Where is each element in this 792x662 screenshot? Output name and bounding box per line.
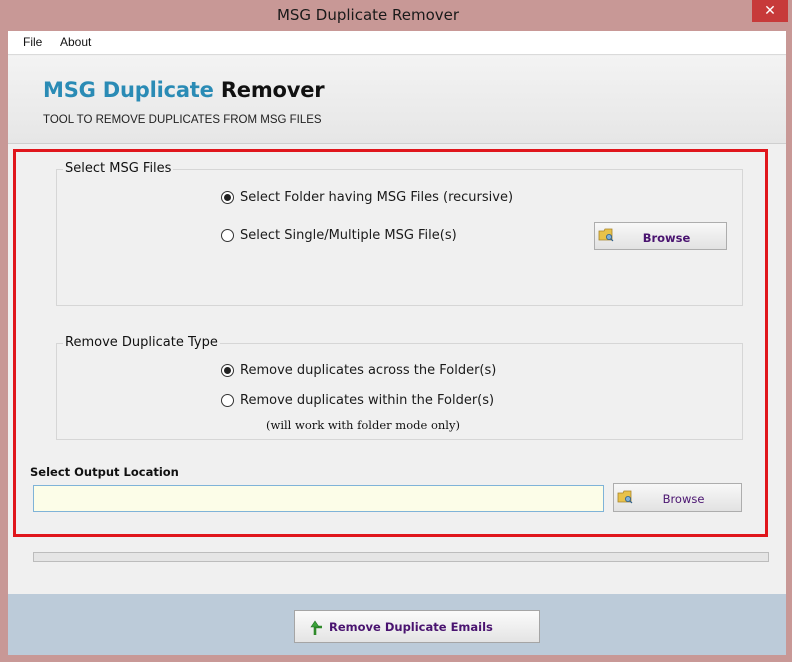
radio-across-folders[interactable]: Remove duplicates across the Folder(s) [221, 363, 496, 378]
progress-bar [33, 552, 769, 562]
browse-files-button[interactable]: Browse [594, 222, 727, 250]
menu-file[interactable]: File [23, 35, 42, 49]
remove-duplicates-label: Remove Duplicate Emails [329, 620, 493, 634]
radio-select-files[interactable]: Select Single/Multiple MSG File(s) [221, 228, 457, 243]
app-brand-title: MSG Duplicate Remover [43, 78, 325, 102]
output-location-label: Select Output Location [30, 465, 179, 479]
close-button[interactable]: ✕ [752, 0, 788, 22]
radio-select-files-label: Select Single/Multiple MSG File(s) [240, 228, 457, 243]
app-header: MSG Duplicate Remover TOOL TO REMOVE DUP… [8, 56, 786, 144]
radio-within-folders-label: Remove duplicates within the Folder(s) [240, 393, 495, 408]
browse-output-label: Browse [662, 492, 705, 506]
footer-bar: Remove Duplicate Emails [8, 594, 786, 655]
browse-output-button[interactable]: Browse [613, 483, 742, 512]
duplicate-type-group-title: Remove Duplicate Type [63, 335, 220, 350]
window-title: MSG Duplicate Remover [276, 6, 460, 24]
menu-bar: File About [8, 31, 786, 55]
browse-files-label: Browse [642, 231, 691, 245]
remove-duplicates-button[interactable]: Remove Duplicate Emails [294, 610, 540, 643]
output-location-input[interactable] [33, 485, 604, 512]
radio-within-folders-dot[interactable] [221, 394, 234, 407]
app-window: MSG Duplicate Remover ✕ File About MSG D… [0, 0, 792, 662]
brand-title-dark: Remover [220, 78, 325, 102]
radio-select-folder-label: Select Folder having MSG Files (recursiv… [240, 190, 514, 205]
select-files-group-title: Select MSG Files [63, 161, 174, 176]
app-subtitle: TOOL TO REMOVE DUPLICATES FROM MSG FILES [43, 114, 322, 126]
client-area: File About MSG Duplicate Remover TOOL TO… [8, 31, 786, 655]
radio-select-folder[interactable]: Select Folder having MSG Files (recursiv… [221, 190, 513, 205]
title-bar: MSG Duplicate Remover ✕ [0, 0, 792, 32]
folder-mode-note: (will work with folder mode only) [266, 418, 460, 432]
radio-select-folder-dot[interactable] [221, 191, 234, 204]
menu-about[interactable]: About [60, 35, 91, 49]
brand-title-accent: MSG Duplicate [43, 78, 214, 102]
radio-within-folders[interactable]: Remove duplicates within the Folder(s) [221, 393, 494, 408]
radio-across-folders-dot[interactable] [221, 364, 234, 377]
radio-across-folders-label: Remove duplicates across the Folder(s) [240, 363, 497, 378]
upload-arrow-icon [310, 620, 322, 635]
radio-select-files-dot[interactable] [221, 229, 234, 242]
close-icon: ✕ [764, 3, 776, 19]
